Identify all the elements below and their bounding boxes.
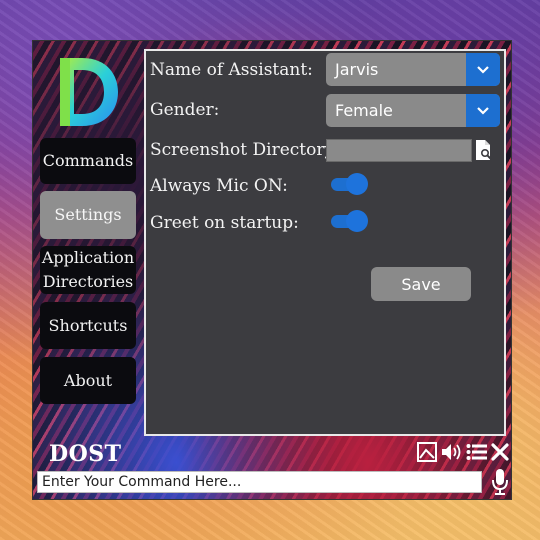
nav-shortcuts-button[interactable]: Shortcuts bbox=[40, 302, 136, 349]
gender-label: Gender: bbox=[150, 100, 220, 120]
always-mic-toggle[interactable] bbox=[329, 172, 369, 196]
greet-startup-toggle[interactable] bbox=[329, 209, 369, 233]
volume-icon[interactable] bbox=[441, 442, 463, 462]
image-icon[interactable] bbox=[417, 442, 437, 462]
gender-value: Female bbox=[335, 101, 393, 120]
nav-application-directories-line2: Directories bbox=[42, 272, 134, 291]
nav-application-directories-line1: Application bbox=[41, 248, 135, 267]
save-button[interactable]: Save bbox=[371, 267, 471, 301]
logo-d-icon bbox=[60, 58, 118, 126]
app-brand: DOST bbox=[49, 441, 122, 467]
always-mic-label: Always Mic ON: bbox=[150, 176, 288, 196]
screenshot-directory-field[interactable] bbox=[326, 139, 472, 162]
settings-panel: Name of Assistant: Jarvis Gender: Female… bbox=[144, 49, 506, 436]
greet-startup-label: Greet on startup: bbox=[150, 213, 299, 233]
assistant-name-select[interactable]: Jarvis bbox=[326, 53, 500, 86]
nav-settings-button[interactable]: Settings bbox=[40, 191, 136, 239]
file-search-icon[interactable] bbox=[473, 139, 495, 163]
close-icon[interactable] bbox=[490, 442, 510, 462]
toggle-knob bbox=[346, 173, 368, 195]
nav-application-directories-button[interactable]: Application Directories bbox=[40, 246, 136, 294]
list-icon[interactable] bbox=[466, 442, 488, 462]
nav-about-button[interactable]: About bbox=[40, 357, 136, 404]
screenshot-directory-label: Screenshot Directory: bbox=[150, 140, 340, 160]
assistant-name-label: Name of Assistant: bbox=[150, 60, 313, 80]
microphone-icon[interactable] bbox=[490, 468, 510, 496]
toggle-knob bbox=[346, 210, 368, 232]
gender-select[interactable]: Female bbox=[326, 94, 500, 127]
chevron-down-icon[interactable] bbox=[466, 53, 500, 86]
chevron-down-icon[interactable] bbox=[466, 94, 500, 127]
nav-commands-button[interactable]: Commands bbox=[40, 138, 136, 184]
assistant-name-value: Jarvis bbox=[335, 60, 379, 79]
command-input[interactable] bbox=[37, 471, 482, 493]
